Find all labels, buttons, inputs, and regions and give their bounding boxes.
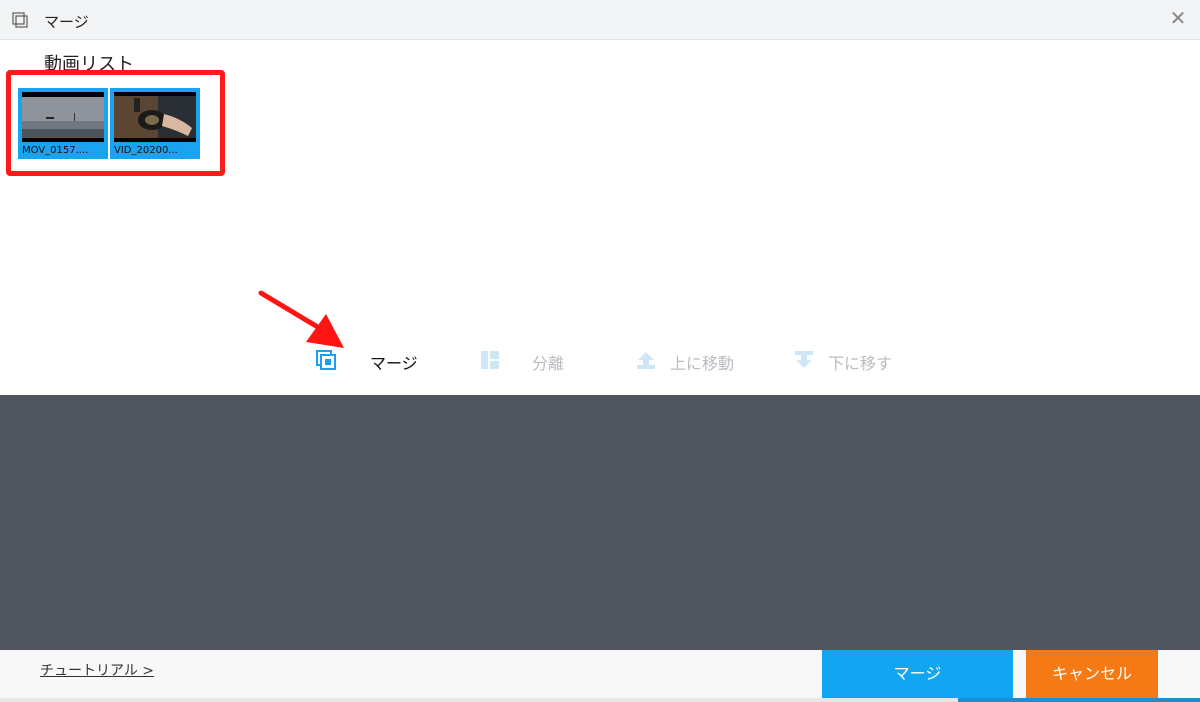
merge-tool[interactable]: マージ: [316, 348, 436, 373]
annotation-arrow-icon: [258, 290, 344, 348]
split-tool-label: 分離: [532, 354, 565, 373]
bottom-accent-bar: [958, 698, 1200, 702]
footer: チュートリアル > マージ キャンセル: [0, 650, 1200, 702]
title-bar: マージ ✕: [0, 0, 1200, 40]
tutorial-link[interactable]: チュートリアル >: [40, 660, 154, 680]
preview-area: [0, 395, 1200, 650]
split-icon: [481, 351, 499, 369]
close-icon[interactable]: ✕: [1166, 6, 1190, 30]
merge-window-icon: [12, 12, 28, 28]
merge-icon: [316, 350, 336, 370]
move-down-tool[interactable]: 下に移す: [794, 348, 914, 373]
merge-tool-label: マージ: [370, 354, 418, 373]
move-up-icon: [637, 352, 655, 369]
video-list-highlight: [6, 70, 225, 176]
move-down-icon: [795, 351, 813, 368]
split-tool[interactable]: 分離: [480, 348, 580, 373]
cancel-button[interactable]: キャンセル: [1026, 650, 1158, 698]
move-up-tool[interactable]: 上に移動: [636, 348, 756, 373]
move-down-tool-label: 下に移す: [828, 354, 893, 373]
merge-button[interactable]: マージ: [822, 650, 1013, 698]
window-title: マージ: [44, 13, 89, 31]
move-up-tool-label: 上に移動: [670, 354, 735, 373]
